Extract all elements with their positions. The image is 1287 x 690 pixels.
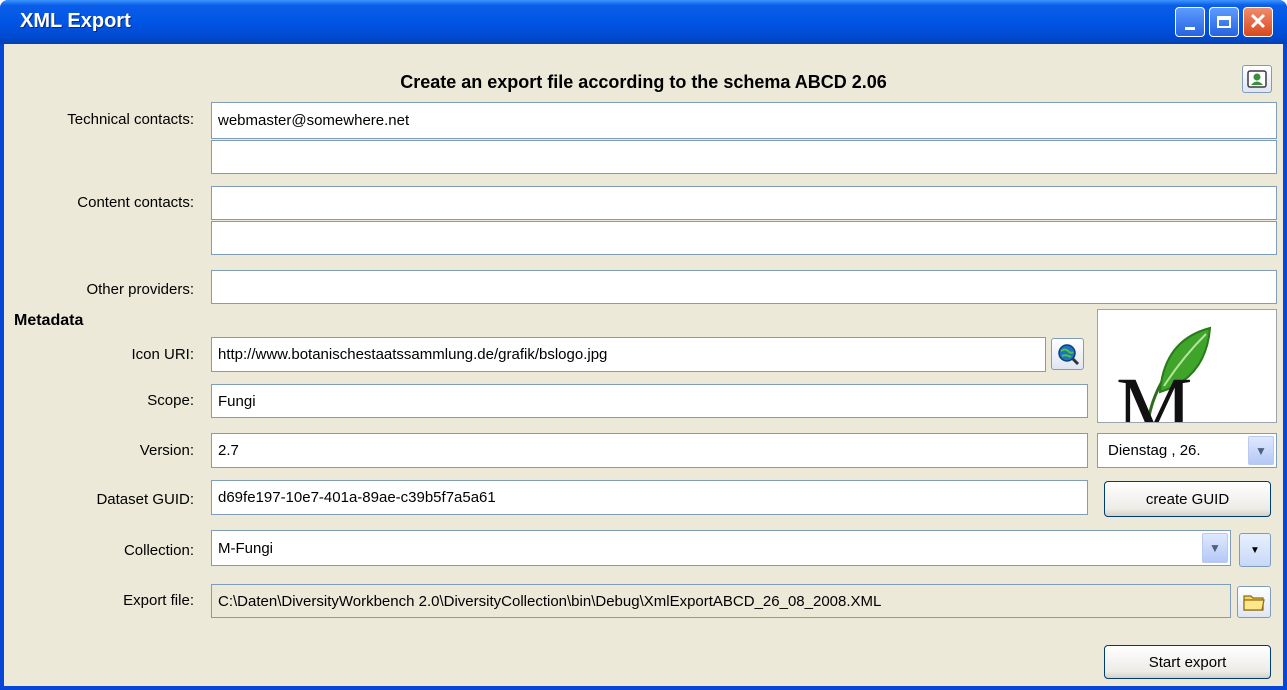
small-arrow-down-icon: ▼ xyxy=(1250,544,1260,556)
export-file-label: Export file: xyxy=(123,592,194,609)
start-export-button[interactable]: Start export xyxy=(1104,645,1271,679)
version-label: Version: xyxy=(139,442,194,459)
metadata-heading: Metadata xyxy=(14,312,84,329)
minimize-button[interactable] xyxy=(1175,7,1205,37)
icon-uri-label: Icon URI: xyxy=(131,346,194,363)
technical-contact-field-1[interactable]: webmaster@somewhere.net xyxy=(211,102,1277,139)
scope-label: Scope: xyxy=(147,392,194,409)
icon-preview-button[interactable] xyxy=(1051,338,1084,370)
collection-menu-button[interactable]: ▼ xyxy=(1239,533,1271,567)
browse-folder-button[interactable] xyxy=(1237,586,1271,618)
collection-value: M-Fungi xyxy=(218,539,274,557)
close-icon: ✕ xyxy=(1248,9,1268,34)
export-file-field[interactable]: C:\Daten\DiversityWorkbench 2.0\Diversit… xyxy=(211,584,1231,618)
create-guid-button[interactable]: create GUID xyxy=(1104,481,1271,517)
maximize-icon xyxy=(1217,16,1231,28)
folder-icon xyxy=(1243,595,1265,611)
maximize-button[interactable] xyxy=(1209,7,1239,37)
version-date-picker[interactable]: Dienstag , 26. ▼ xyxy=(1097,433,1277,468)
content-contact-field-1[interactable] xyxy=(211,186,1277,220)
dataset-icon-preview: M xyxy=(1097,309,1277,423)
technical-contacts-label: Technical contacts: xyxy=(67,111,194,128)
scope-field[interactable]: Fungi xyxy=(211,384,1088,418)
window-title: XML Export xyxy=(20,10,131,32)
version-date-value: Dienstag , 26. xyxy=(1108,442,1201,459)
xml-export-window: XML Export ✕ Create an export file accor… xyxy=(0,0,1287,690)
content-contact-field-2[interactable] xyxy=(211,221,1277,255)
page-title: Create an export file according to the s… xyxy=(400,72,887,92)
collection-label: Collection: xyxy=(123,542,194,559)
globe-search-icon xyxy=(1057,344,1079,366)
logo-letter: M xyxy=(1116,359,1193,423)
content-contacts-label: Content contacts: xyxy=(77,194,194,211)
minimize-icon xyxy=(1185,26,1195,30)
technical-contact-field-2[interactable] xyxy=(211,140,1277,174)
version-field[interactable]: 2.7 xyxy=(211,433,1088,468)
other-providers-label: Other providers: xyxy=(86,281,194,298)
dataset-guid-field[interactable]: d69fe197-10e7-401a-89ae-c39b5f7a5a61 xyxy=(211,480,1088,515)
title-bar[interactable]: XML Export ✕ xyxy=(0,0,1287,44)
chevron-down-icon[interactable]: ▼ xyxy=(1202,533,1228,563)
contact-card-icon xyxy=(1247,70,1267,88)
other-providers-field[interactable] xyxy=(211,270,1277,304)
close-button[interactable]: ✕ xyxy=(1243,7,1273,37)
dataset-guid-label: Dataset GUID: xyxy=(96,491,194,508)
contact-button[interactable] xyxy=(1242,65,1272,93)
chevron-down-icon[interactable]: ▼ xyxy=(1248,436,1274,465)
icon-uri-field[interactable]: http://www.botanischestaatssammlung.de/g… xyxy=(211,337,1046,372)
collection-select[interactable]: M-Fungi ▼ xyxy=(211,530,1231,566)
